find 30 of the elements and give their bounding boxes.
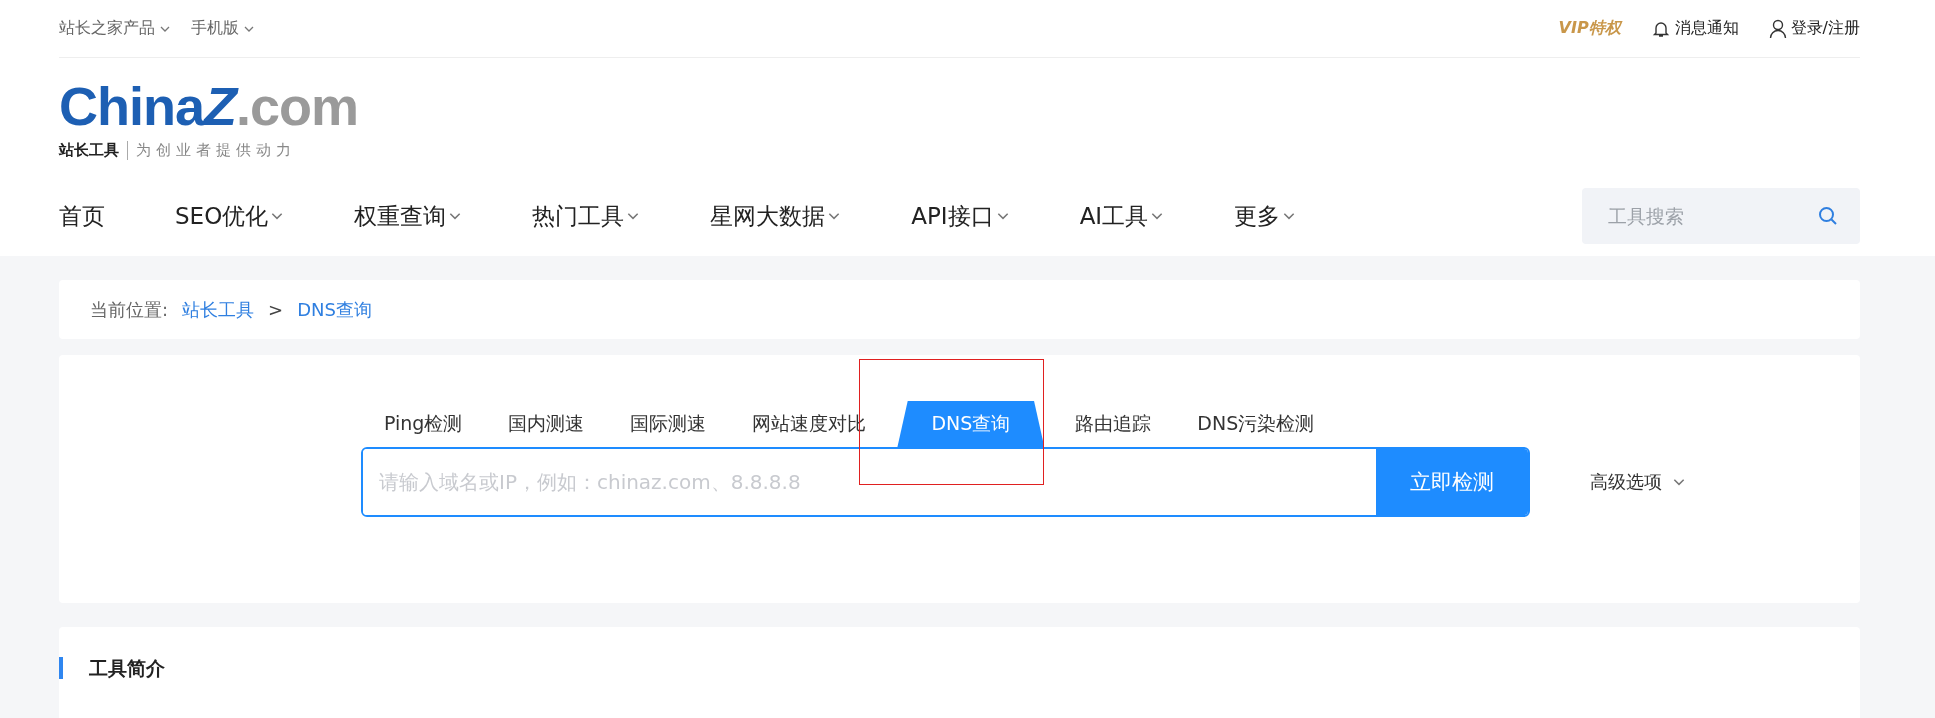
- tab[interactable]: Ping检测: [361, 401, 486, 447]
- slogan: 为创业者提供动力: [135, 140, 296, 160]
- logo-text: China: [59, 78, 204, 133]
- nav-item[interactable]: SEO优化: [175, 200, 285, 232]
- search-field[interactable]: 工具搜索: [1582, 188, 1860, 244]
- breadcrumb-link[interactable]: 站长工具: [182, 297, 255, 322]
- tab[interactable]: 路由追踪: [1052, 401, 1175, 447]
- tab[interactable]: DNS污染检测: [1174, 401, 1338, 447]
- nav-item[interactable]: AI工具: [1079, 200, 1165, 232]
- brand-name: 站长工具: [59, 140, 128, 160]
- tab[interactable]: 国内测速: [485, 401, 608, 447]
- tab[interactable]: 国际测速: [607, 401, 730, 447]
- section-title: 工具简介: [59, 657, 1860, 679]
- nav-item[interactable]: 更多: [1234, 200, 1297, 232]
- user-icon: [1768, 18, 1787, 39]
- search-icon[interactable]: [1818, 206, 1838, 226]
- breadcrumb-separator: >: [268, 299, 284, 320]
- nav-item[interactable]: 热门工具: [532, 200, 641, 232]
- nav-item[interactable]: 首页: [59, 200, 105, 232]
- top-link[interactable]: 手机版: [191, 18, 255, 39]
- logo[interactable]: ChinaZ.com 站长工具 为创业者提供动力: [59, 58, 1860, 176]
- login-link[interactable]: 登录/注册: [1768, 18, 1860, 39]
- advanced-options-link[interactable]: 高级选项: [1590, 470, 1686, 494]
- nav-item[interactable]: 星网大数据: [710, 200, 842, 232]
- top-link[interactable]: 站长之家产品: [59, 18, 171, 39]
- nav-item[interactable]: 权重查询: [354, 200, 463, 232]
- nav-item[interactable]: API接口: [911, 200, 1010, 232]
- notifications-link[interactable]: 消息通知: [1650, 18, 1739, 39]
- breadcrumb-link[interactable]: DNS查询: [297, 297, 372, 322]
- breadcrumb-label: 当前位置:: [90, 297, 169, 322]
